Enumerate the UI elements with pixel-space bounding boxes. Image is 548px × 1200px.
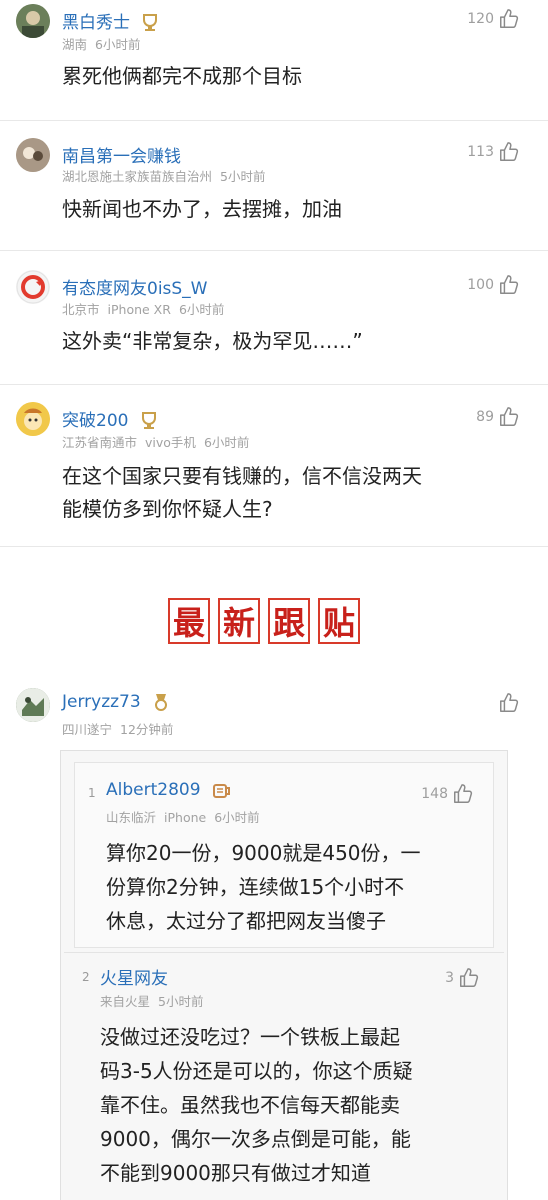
username[interactable]: 有态度网友0isS_W — [62, 274, 208, 299]
comment-meta: 来自火星 5小时前 — [100, 994, 204, 1009]
banner-char: 最 — [168, 598, 210, 644]
comment-text-line: 份算你2分钟，连续做15个小时不 — [106, 875, 405, 899]
comment-meta: 湖南 6小时前 — [62, 37, 141, 52]
comment-text-line: 休息，太过分了都把网友当傻子 — [106, 909, 386, 933]
like-button[interactable]: 113 — [467, 141, 520, 163]
comment-text-line: 靠不住。虽然我也不信每天都能卖 — [100, 1093, 400, 1117]
thumbs-up-icon — [500, 275, 519, 294]
like-button[interactable]: 3 — [445, 967, 480, 989]
comment-text-line: 不能到9000那只有做过才知道 — [100, 1161, 371, 1185]
thumbs-up-icon — [500, 9, 519, 28]
thumbs-up-icon — [454, 784, 473, 803]
comment-meta: 湖北恩施土家族苗族自治州 5小时前 — [62, 169, 266, 184]
username[interactable]: Jerryzz73 — [62, 692, 170, 712]
like-button[interactable]: 100 — [467, 274, 520, 296]
comment-text-line: 在这个国家只要有钱赚的，信不信没两天 — [62, 464, 422, 488]
comment-meta: 四川遂宁 12分钟前 — [62, 722, 174, 737]
thumbs-up-icon — [500, 142, 519, 161]
like-count: 148 — [421, 786, 448, 802]
avatar[interactable] — [16, 688, 50, 722]
divider — [0, 120, 548, 121]
avatar[interactable] — [16, 4, 50, 38]
comment-text-line: 能模仿多到你怀疑人生? — [62, 497, 273, 521]
comment-text-line: 9000，偶尔一次多点倒是可能，能 — [100, 1127, 411, 1151]
username[interactable]: 南昌第一会赚钱 — [62, 142, 181, 167]
username[interactable]: 突破200 — [62, 406, 158, 431]
comment-text-line: 算你20一份，9000就是450份，一 — [106, 841, 421, 865]
thumbs-up-icon — [500, 407, 519, 426]
like-count: 3 — [445, 970, 454, 986]
comment-text-line: 没做过还没吃过？一个铁板上最起 — [100, 1025, 400, 1049]
like-button[interactable]: 89 — [476, 406, 520, 428]
comment-meta: 北京市 iPhone XR 6小时前 — [62, 302, 225, 317]
thumbs-up-icon — [460, 968, 479, 987]
trophy-badge-icon — [143, 14, 158, 31]
comment-meta: 江苏省南通市 vivo手机 6小时前 — [62, 435, 250, 450]
like-button[interactable] — [498, 692, 520, 714]
banner-char: 跟 — [268, 598, 310, 644]
floor-number: 1 — [88, 786, 96, 800]
divider — [0, 384, 548, 385]
mug-badge-icon — [212, 784, 230, 798]
like-count: 120 — [467, 11, 494, 27]
like-count: 100 — [467, 277, 494, 293]
comment-meta: 山东临沂 iPhone 6小时前 — [106, 810, 260, 825]
trophy-badge-icon — [141, 412, 156, 429]
avatar[interactable] — [16, 402, 50, 436]
like-count: 113 — [467, 144, 494, 160]
medal-badge-icon — [155, 694, 168, 711]
thumbs-up-icon — [500, 693, 519, 712]
comment-text-line: 码3-5人份还是可以的，你这个质疑 — [100, 1059, 413, 1083]
divider — [0, 250, 548, 251]
avatar[interactable] — [16, 270, 50, 304]
username[interactable]: 火星网友 — [100, 964, 168, 989]
username[interactable]: 黑白秀士 — [62, 8, 159, 33]
banner-char: 贴 — [318, 598, 360, 644]
comment-text: 在这个国家只要有钱赚的，信不信没两天 能模仿多到你怀疑人生? — [62, 460, 422, 526]
comment-text: 没做过还没吃过？一个铁板上最起 码3-5人份还是可以的，你这个质疑 靠不住。虽然… — [100, 1020, 413, 1190]
banner-char: 新 — [218, 598, 260, 644]
latest-comments-banner: 最 新 跟 贴 — [168, 598, 360, 644]
like-button[interactable]: 148 — [421, 783, 474, 805]
floor-number: 2 — [82, 970, 90, 984]
username[interactable]: Albert2809 — [106, 780, 232, 800]
comment-text: 算你20一份，9000就是450份，一 份算你2分钟，连续做15个小时不 休息，… — [106, 836, 421, 938]
divider — [0, 546, 548, 547]
comment-text: 快新闻也不办了，去摆摊，加油 — [62, 197, 342, 221]
comment-text: 这外卖“非常复杂，极为罕见……” — [62, 329, 363, 353]
like-count: 89 — [476, 409, 494, 425]
comment-text: 累死他俩都完不成那个目标 — [62, 64, 302, 88]
avatar[interactable] — [16, 138, 50, 172]
like-button[interactable]: 120 — [467, 8, 520, 30]
